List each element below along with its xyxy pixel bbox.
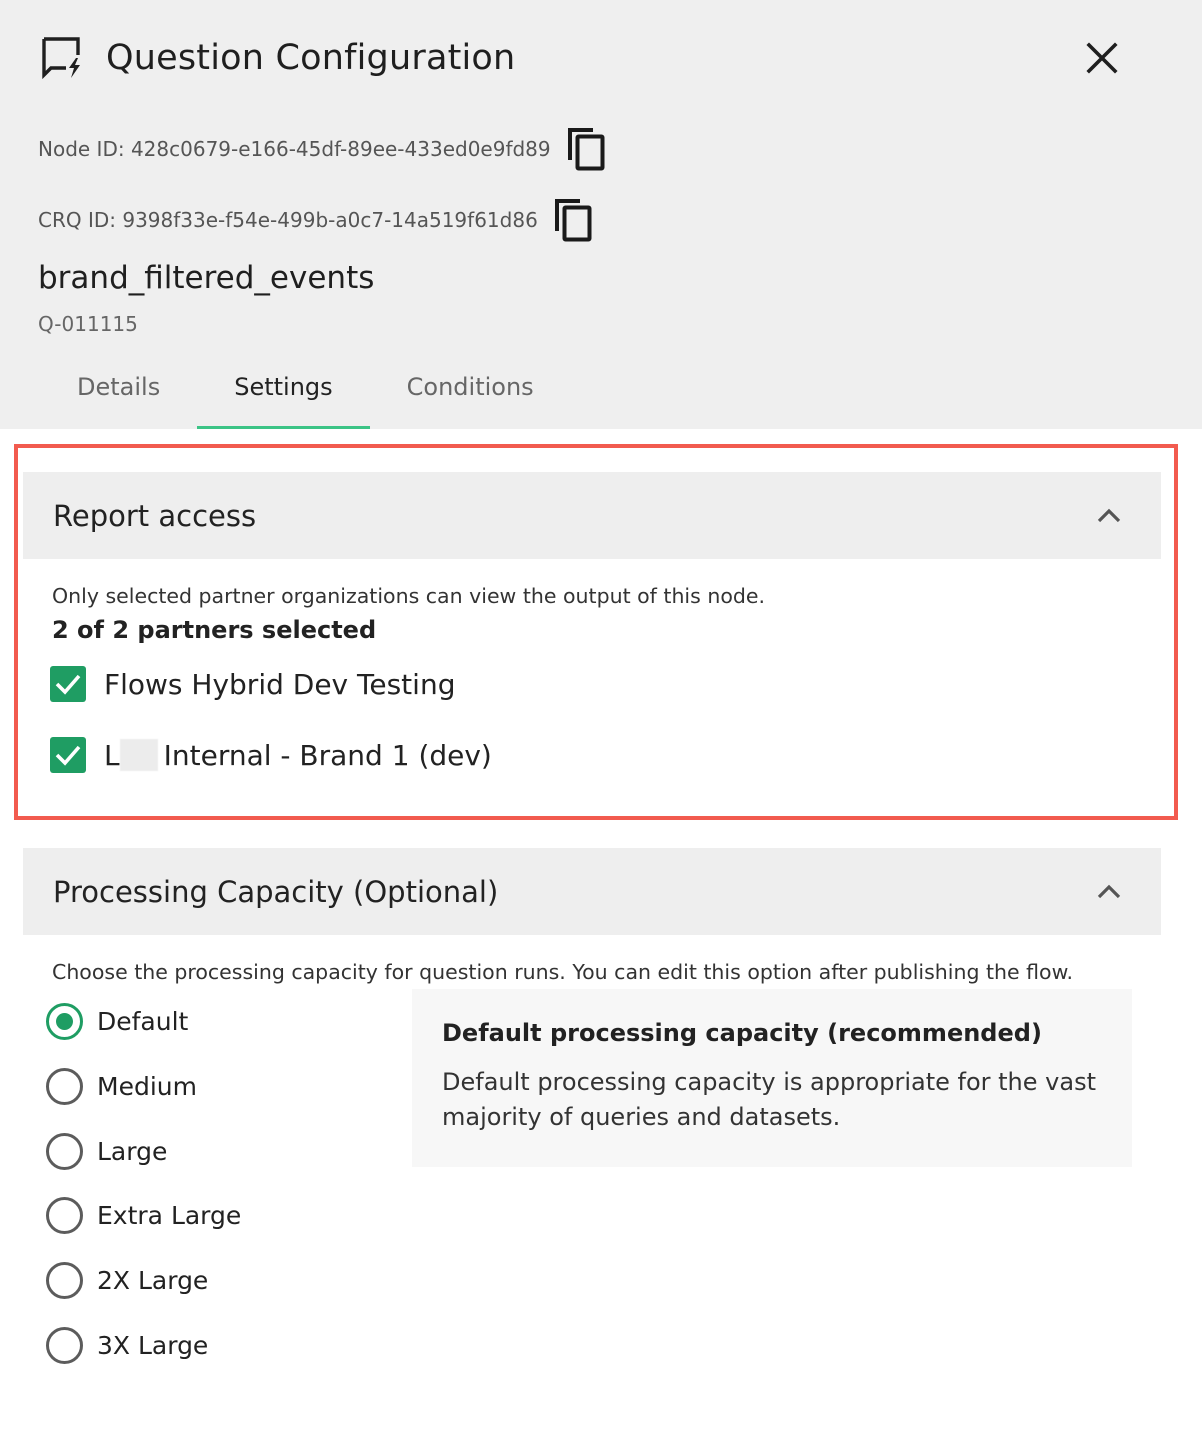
processing-capacity-header[interactable]: Processing Capacity (Optional) bbox=[23, 848, 1161, 935]
title-row: Question Configuration bbox=[40, 33, 515, 83]
crq-id-row: CRQ ID: 9398f33e-f54e-499b-a0c7-14a519f6… bbox=[38, 195, 596, 245]
radio-button[interactable] bbox=[46, 1133, 83, 1170]
chat-bolt-icon bbox=[42, 37, 80, 80]
capacity-option-label: 3X Large bbox=[97, 1331, 209, 1360]
close-icon[interactable] bbox=[1080, 36, 1124, 80]
redacted-text bbox=[119, 739, 158, 771]
report-access-title: Report access bbox=[53, 498, 257, 533]
copy-icon[interactable] bbox=[563, 124, 609, 174]
tab-settings[interactable]: Settings bbox=[197, 344, 371, 429]
radio-button[interactable] bbox=[46, 1327, 83, 1364]
capacity-option-label: Default bbox=[97, 1007, 189, 1036]
report-access-header[interactable]: Report access bbox=[23, 472, 1161, 559]
capacity-option-label: Medium bbox=[97, 1072, 197, 1101]
tab-conditions[interactable]: Conditions bbox=[370, 344, 571, 429]
capacity-option-label: 2X Large bbox=[97, 1266, 209, 1295]
question-name: brand_filtered_events bbox=[38, 260, 375, 296]
copy-icon[interactable] bbox=[550, 195, 596, 245]
capacity-option-label: Extra Large bbox=[97, 1201, 242, 1230]
checkmark-icon bbox=[55, 674, 81, 695]
processing-capacity-description: Choose the processing capacity for quest… bbox=[52, 960, 1073, 984]
capacity-info-card: Default processing capacity (recommended… bbox=[412, 989, 1132, 1167]
capacity-option-default[interactable]: Default bbox=[46, 1003, 188, 1040]
partner-label: Flows Hybrid Dev Testing bbox=[104, 667, 456, 701]
capacity-option-3x-large[interactable]: 3X Large bbox=[46, 1327, 208, 1364]
capacity-info-title: Default processing capacity (recommended… bbox=[442, 1019, 1042, 1047]
node-id-text: Node ID: 428c0679-e166-45df-89ee-433ed0e… bbox=[38, 137, 551, 161]
question-code: Q-011115 bbox=[38, 312, 138, 336]
capacity-option-large[interactable]: Large bbox=[46, 1133, 167, 1170]
checkbox-checked[interactable] bbox=[50, 737, 86, 773]
partner-label-prefix: L bbox=[104, 738, 120, 772]
chevron-up-icon[interactable] bbox=[1093, 876, 1125, 908]
checkbox-checked[interactable] bbox=[50, 666, 86, 702]
radio-button[interactable] bbox=[46, 1068, 83, 1105]
capacity-info-body: Default processing capacity is appropria… bbox=[442, 1068, 1096, 1131]
capacity-option-medium[interactable]: Medium bbox=[46, 1068, 197, 1105]
checkmark-icon bbox=[55, 745, 81, 766]
panel-header: Question Configuration Node ID: 428c0679… bbox=[0, 0, 1202, 429]
tab-bar: Details Settings Conditions bbox=[40, 344, 571, 429]
processing-capacity-title: Processing Capacity (Optional) bbox=[53, 874, 499, 909]
chevron-up-icon[interactable] bbox=[1093, 500, 1125, 532]
node-id-row: Node ID: 428c0679-e166-45df-89ee-433ed0e… bbox=[38, 124, 609, 174]
crq-id-text: CRQ ID: 9398f33e-f54e-499b-a0c7-14a519f6… bbox=[38, 208, 538, 232]
partner-option[interactable]: Flows Hybrid Dev Testing bbox=[50, 666, 455, 702]
tab-details[interactable]: Details bbox=[40, 344, 197, 429]
partner-label-suffix: Internal - Brand 1 (dev) bbox=[163, 738, 492, 772]
capacity-option-2x-large[interactable]: 2X Large bbox=[46, 1262, 208, 1299]
report-access-description: Only selected partner organizations can … bbox=[52, 584, 766, 608]
capacity-option-label: Large bbox=[97, 1137, 168, 1166]
radio-button[interactable] bbox=[46, 1262, 83, 1299]
partner-option[interactable]: L Internal - Brand 1 (dev) bbox=[50, 737, 492, 773]
panel-title: Question Configuration bbox=[106, 38, 516, 78]
capacity-option-extra-large[interactable]: Extra Large bbox=[46, 1197, 241, 1234]
radio-button-selected[interactable] bbox=[46, 1003, 83, 1040]
radio-button[interactable] bbox=[46, 1197, 83, 1234]
partner-label: L Internal - Brand 1 (dev) bbox=[104, 739, 492, 772]
partners-selected-count: 2 of 2 partners selected bbox=[52, 616, 377, 644]
